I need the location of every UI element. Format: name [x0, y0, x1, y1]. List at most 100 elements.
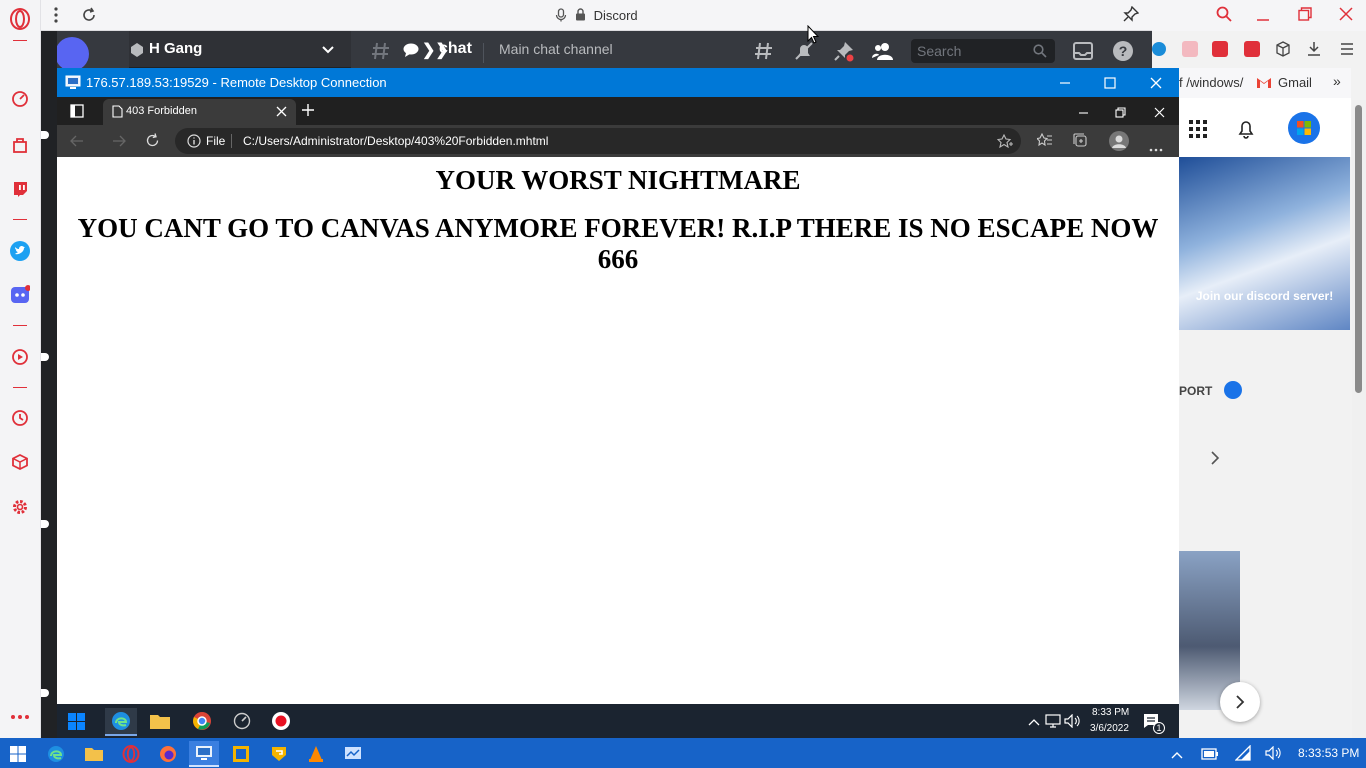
remote-explorer-icon[interactable]	[150, 713, 170, 734]
guild-indicator	[41, 131, 49, 139]
download-icon[interactable]	[1306, 41, 1322, 62]
chevron-right-icon[interactable]	[1209, 450, 1221, 471]
rdp-taskbar-icon[interactable]	[189, 741, 219, 767]
threads-hash-icon	[371, 41, 391, 66]
add-favorite-icon[interactable]	[996, 133, 1013, 151]
rdp-title-bar[interactable]: 176.57.189.53:19529 - Remote Desktop Con…	[57, 68, 1179, 97]
channel-topic[interactable]: Main chat channel	[499, 41, 613, 57]
profile-avatar[interactable]	[1109, 131, 1129, 151]
restore-icon[interactable]	[1298, 7, 1312, 26]
chevron-down-icon	[321, 43, 335, 61]
carousel-next-button[interactable]	[1220, 682, 1260, 722]
twitter-icon[interactable]	[9, 240, 31, 262]
forward-arrow-icon[interactable]	[112, 134, 126, 153]
edge-minimize-icon[interactable]	[1078, 105, 1089, 123]
threads-icon[interactable]	[753, 40, 775, 67]
remote-chrome-icon[interactable]	[192, 711, 212, 736]
settings-gear-icon[interactable]	[9, 496, 31, 518]
show-hidden-icons[interactable]	[1028, 714, 1040, 732]
app-taskbar-icon[interactable]	[264, 741, 294, 767]
edge-close-icon[interactable]	[1154, 105, 1165, 123]
search-placeholder: Search	[917, 43, 962, 59]
speed-dial-icon[interactable]	[9, 88, 31, 110]
volume-icon[interactable]	[1064, 713, 1080, 733]
history-icon[interactable]	[9, 407, 31, 429]
svg-text:?: ?	[1119, 43, 1128, 59]
close-tab-icon[interactable]	[276, 106, 287, 120]
remote-record-icon[interactable]	[271, 711, 291, 736]
new-tab-icon[interactable]	[301, 103, 315, 122]
discord-join-text[interactable]: Join our discord server!	[1179, 289, 1350, 303]
remote-start-button[interactable]	[68, 713, 85, 735]
server-header[interactable]: H Gang	[129, 31, 351, 68]
bookmark-item[interactable]: Gmail	[1278, 75, 1312, 90]
rdp-maximize-button[interactable]	[1087, 68, 1133, 97]
battery-icon[interactable]	[1201, 747, 1219, 765]
notifications-bell-icon[interactable]	[1237, 118, 1255, 145]
extension-icon[interactable]	[1244, 41, 1260, 57]
apps-grid-icon[interactable]	[1189, 120, 1207, 143]
firefox-taskbar-icon[interactable]	[153, 741, 183, 767]
extension-icon[interactable]	[1152, 42, 1166, 56]
tray-chevron-icon[interactable]	[1171, 747, 1183, 765]
explorer-taskbar-icon[interactable]	[79, 741, 109, 767]
address-url[interactable]: C:/Users/Administrator/Desktop/403%20For…	[243, 134, 548, 148]
extensions-cube-icon[interactable]	[1275, 41, 1291, 62]
refresh-icon[interactable]	[145, 133, 160, 153]
extensions-icon[interactable]	[9, 451, 31, 473]
twitch-icon[interactable]	[9, 178, 31, 200]
help-icon[interactable]: ?	[1112, 40, 1134, 67]
edge-address-bar[interactable]: File C:/Users/Administrator/Desktop/403%…	[175, 128, 1021, 154]
more-options-icon[interactable]	[9, 706, 31, 728]
opera-taskbar-icon[interactable]	[116, 741, 146, 767]
settings-more-icon[interactable]	[1149, 139, 1163, 157]
page-content: YOUR WORST NIGHTMARE YOU CANT GO TO CANV…	[57, 157, 1179, 704]
minimize-icon[interactable]	[1256, 6, 1270, 27]
inbox-icon[interactable]	[1072, 40, 1094, 67]
monitor-taskbar-icon[interactable]	[338, 741, 368, 767]
bookmark-item[interactable]: f /windows/	[1179, 75, 1243, 90]
discord-home-icon[interactable]	[55, 37, 89, 71]
edge-taskbar-icon[interactable]	[41, 741, 71, 767]
app-taskbar-icon[interactable]	[226, 741, 256, 767]
pinned-messages-icon[interactable]	[833, 40, 855, 67]
page-scrollbar[interactable]	[1352, 100, 1366, 738]
speaker-icon[interactable]	[1265, 745, 1281, 765]
back-arrow-icon[interactable]	[70, 134, 84, 153]
search-box[interactable]: Search	[911, 39, 1055, 63]
windows-taskbar: 8:33:53 PM	[0, 738, 1366, 768]
vlc-taskbar-icon[interactable]	[301, 741, 331, 767]
microsoft-account-icon[interactable]	[1288, 112, 1320, 144]
favorites-icon[interactable]	[1035, 132, 1053, 152]
remote-clock-date[interactable]: 3/6/2022	[1090, 723, 1129, 734]
opera-logo-icon[interactable]	[9, 8, 31, 30]
menu-icon[interactable]	[1340, 42, 1354, 61]
collections-icon[interactable]	[1073, 133, 1088, 153]
edge-active-tab[interactable]: 403 Forbidden	[103, 99, 296, 125]
page-title: Discord	[593, 8, 638, 23]
extension-icon[interactable]	[1182, 41, 1198, 57]
workspace-icon[interactable]	[9, 134, 31, 156]
player-icon[interactable]	[9, 346, 31, 368]
remote-speedtest-icon[interactable]	[233, 712, 251, 735]
remote-edge-icon[interactable]	[105, 708, 137, 736]
extension-icon[interactable]	[1212, 41, 1228, 57]
close-icon[interactable]	[1339, 7, 1353, 26]
discord-sidebar-icon[interactable]	[9, 284, 31, 306]
wifi-icon[interactable]	[1234, 744, 1251, 766]
start-button[interactable]	[3, 741, 33, 767]
bookmarks-more-icon[interactable]: »	[1333, 73, 1341, 89]
remote-clock-time[interactable]: 8:33 PM	[1092, 707, 1129, 718]
member-list-icon[interactable]	[872, 40, 894, 67]
promo-banner-image[interactable]	[1179, 157, 1350, 330]
network-icon[interactable]	[1045, 714, 1061, 733]
rdp-close-button[interactable]	[1133, 68, 1179, 97]
tab-actions-icon[interactable]	[70, 104, 84, 123]
edge-restore-icon[interactable]	[1115, 105, 1126, 123]
rdp-minimize-button[interactable]	[1042, 68, 1088, 97]
pin-icon[interactable]	[1123, 5, 1140, 29]
search-icon[interactable]	[1216, 6, 1232, 27]
scrollbar-thumb[interactable]	[1355, 105, 1362, 393]
system-clock[interactable]: 8:33:53 PM	[1298, 746, 1359, 760]
info-icon[interactable]	[187, 134, 201, 151]
